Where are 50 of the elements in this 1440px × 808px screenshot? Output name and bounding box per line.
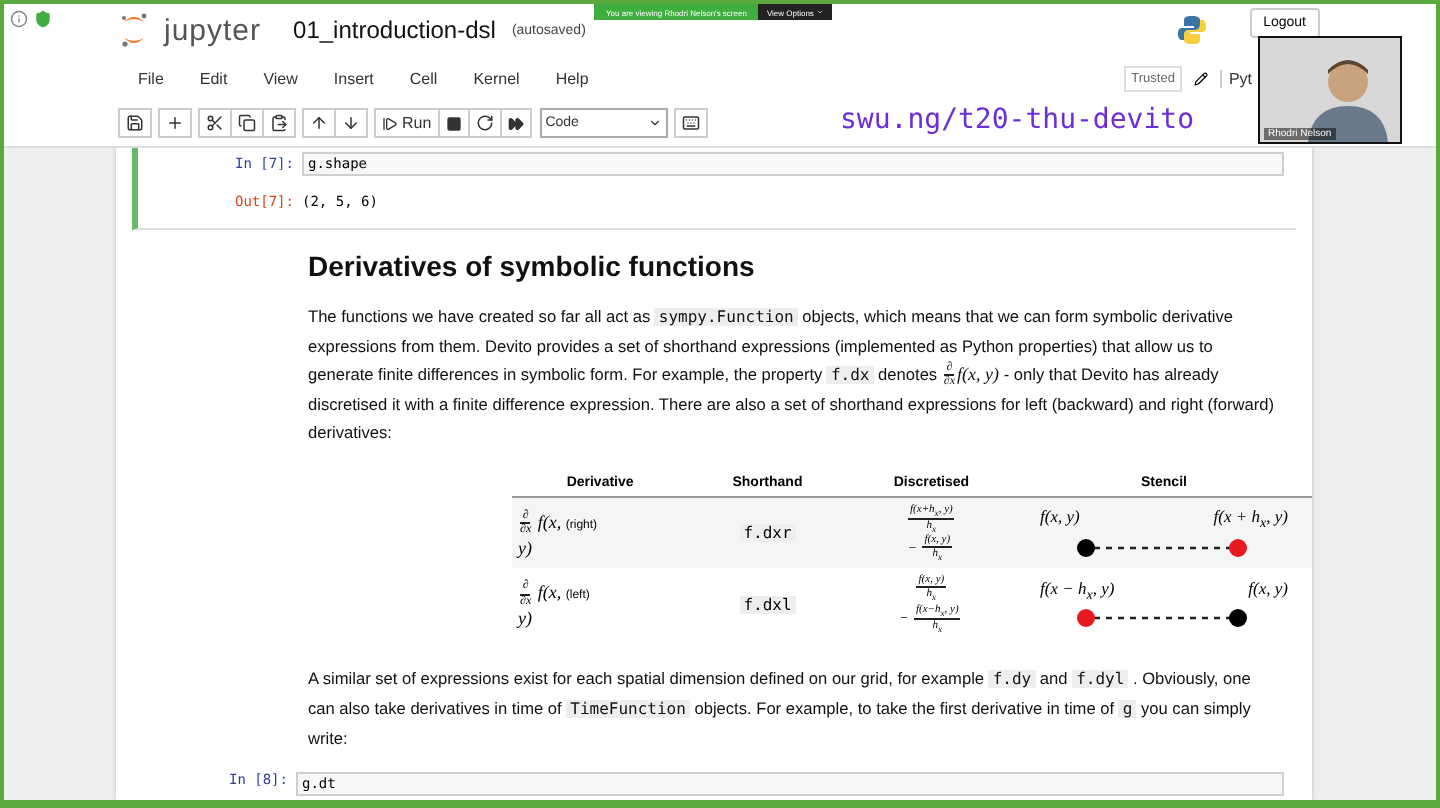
menu-item[interactable]: View [245,69,316,87]
caret-icon [647,116,662,130]
copy-icon [238,114,256,132]
stencil-line [1094,617,1230,621]
run-all-button[interactable] [499,108,532,138]
section-heading: Derivatives of symbolic functions [308,250,757,282]
menu-item[interactable]: Edit [181,69,246,87]
menu-item[interactable]: Help [537,69,607,87]
menu-item[interactable]: Cell [391,69,456,87]
keyboard-icon [681,114,700,132]
arrow-down-icon [342,114,360,132]
arrow-up-icon [310,114,328,132]
menu-item[interactable]: File [120,69,182,87]
clipboard-icon [270,114,288,132]
stencil-label: f(x + h$_{x}$, y) [1213,506,1288,533]
cut-button[interactable] [198,108,232,138]
step-forward-icon [382,115,398,131]
save-button[interactable] [118,108,152,138]
stencil-line [1094,546,1230,550]
menu-item[interactable]: Kernel [455,69,538,87]
plus-icon [166,114,184,132]
menu-item[interactable]: Insert [315,69,392,87]
shield-icon[interactable] [34,10,52,28]
fast-forward-icon [507,115,524,131]
save-icon [126,114,144,132]
paragraph: A similar set of expressions exist for each spatial dimension defined on our grid, for example f.dy and f.dyl . Obviously, one can also take derivatives in time of TimeFunction objects. For example, to take the first derivative in time of g you can simply write: [308,665,1253,752]
stencil-label: f(x − h$_{x}$, y) [1040,577,1115,603]
stencil-label: f(x, y) [1248,577,1288,602]
move-up-button[interactable] [302,108,336,138]
notebook-title[interactable]: 01_introduction-dsl [293,16,496,44]
stencil-label: f(x, y) [1040,506,1080,531]
move-down-button[interactable] [334,108,368,138]
paste-button[interactable] [262,108,296,138]
run-button[interactable]: Run [374,108,440,138]
jupyter-logo-icon [120,12,148,48]
restart-icon [475,114,494,132]
kernel-name[interactable]: Pyt [1220,69,1252,87]
scissors-icon [206,114,224,132]
shorthand-code: f.dxr [739,524,796,543]
square-icon [445,115,462,131]
brand-name: jupyter [164,13,262,47]
python-logo-icon [1177,16,1206,44]
restart-button[interactable] [467,108,502,138]
keyboard-button[interactable] [673,108,708,138]
shorthand-code: f.dxl [739,595,796,614]
add-cell-button[interactable] [158,108,192,138]
copy-button[interactable] [230,108,264,138]
pencil-icon[interactable] [1194,71,1209,85]
stop-button[interactable] [437,108,470,138]
info-icon[interactable] [10,10,28,28]
